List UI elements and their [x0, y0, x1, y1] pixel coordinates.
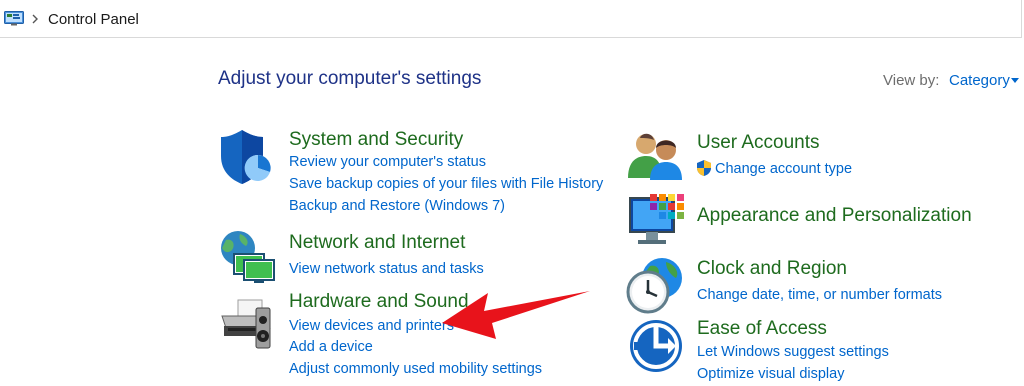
- category-system-and-security[interactable]: System and Security: [289, 129, 463, 151]
- breadcrumb-control-panel[interactable]: Control Panel: [48, 11, 139, 28]
- ease-of-access-icon: [630, 320, 682, 372]
- link-let-windows-suggest-settings[interactable]: Let Windows suggest settings: [697, 344, 889, 360]
- category-appearance-and-personalization[interactable]: Appearance and Personalization: [697, 205, 972, 227]
- annotation-arrow-icon: [442, 291, 590, 339]
- control-panel-icon: [4, 11, 24, 26]
- monitor-palette-icon: [629, 194, 684, 244]
- category-user-accounts[interactable]: User Accounts: [697, 132, 820, 154]
- link-change-account-type[interactable]: Change account type: [715, 161, 852, 177]
- link-view-devices-and-printers[interactable]: View devices and printers: [289, 318, 454, 334]
- link-backup-and-restore[interactable]: Backup and Restore (Windows 7): [289, 198, 505, 214]
- printer-speaker-icon: [221, 299, 271, 349]
- view-by-dropdown[interactable]: Category: [949, 72, 1010, 89]
- address-bar[interactable]: Control Panel: [0, 0, 1022, 38]
- category-clock-and-region[interactable]: Clock and Region: [697, 258, 847, 280]
- chevron-right-icon[interactable]: [31, 14, 39, 24]
- link-add-a-device[interactable]: Add a device: [289, 339, 373, 355]
- globe-monitors-icon: [221, 231, 275, 283]
- category-network-and-internet[interactable]: Network and Internet: [289, 232, 465, 254]
- link-adjust-mobility-settings[interactable]: Adjust commonly used mobility settings: [289, 361, 542, 377]
- link-view-network-status[interactable]: View network status and tasks: [289, 261, 484, 277]
- caret-down-icon[interactable]: [1011, 78, 1019, 83]
- view-by-label: View by:: [883, 72, 940, 89]
- link-save-backup-file-history[interactable]: Save backup copies of your files with Fi…: [289, 176, 603, 192]
- link-change-date-time-formats[interactable]: Change date, time, or number formats: [697, 287, 942, 303]
- link-review-computer-status[interactable]: Review your computer's status: [289, 154, 486, 170]
- page-title: Adjust your computer's settings: [218, 68, 482, 89]
- category-ease-of-access[interactable]: Ease of Access: [697, 318, 827, 340]
- users-icon: [628, 133, 682, 180]
- link-optimize-visual-display[interactable]: Optimize visual display: [697, 366, 844, 382]
- uac-shield-icon: [697, 160, 711, 176]
- clock-globe-icon: [626, 258, 682, 314]
- shield-chart-icon: [221, 130, 271, 184]
